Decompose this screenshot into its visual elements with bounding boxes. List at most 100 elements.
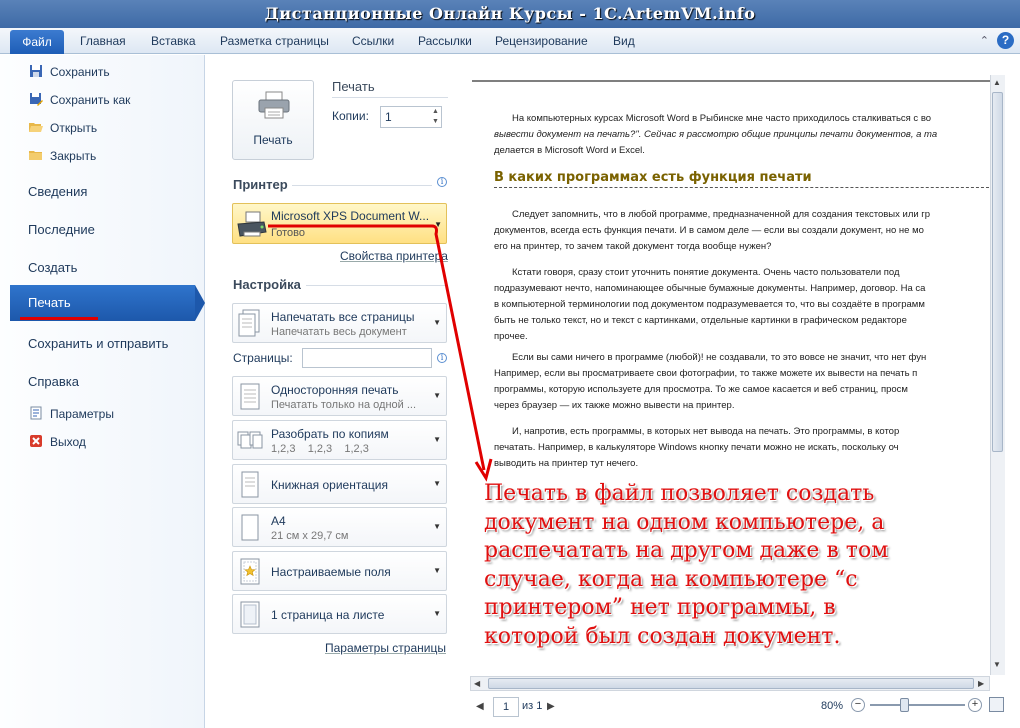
next-page-icon[interactable]: ▶ [547, 701, 555, 712]
printer-device-icon [237, 211, 267, 237]
paragraph-line: печатать. Например, в калькуляторе Windo… [494, 442, 899, 453]
sides-sub: Печатать только на одной ... [271, 399, 417, 411]
red-underline-mark [20, 317, 98, 320]
orientation-select[interactable]: Книжная ориентация ▼ [232, 464, 447, 504]
margins-icon [240, 558, 260, 585]
nav-recent[interactable]: Последние [28, 222, 95, 237]
scroll-left-icon[interactable]: ◀ [474, 679, 480, 688]
tab-view[interactable]: Вид [613, 34, 635, 48]
annotation-line: случае, когда на компьютере “с [484, 566, 858, 592]
heading-rule [494, 187, 990, 188]
annotation-line: документ на одном компьютере, а [484, 509, 885, 535]
pages-input[interactable] [302, 348, 432, 368]
paper-size-sub: 21 см х 29,7 см [271, 530, 349, 542]
tab-references[interactable]: Ссылки [352, 34, 394, 48]
printer-name: Microsoft XPS Document W... [271, 209, 430, 223]
collate-icon [237, 431, 263, 449]
tab-mailings[interactable]: Рассылки [418, 34, 472, 48]
horizontal-scroll-thumb[interactable] [488, 678, 974, 689]
save-icon [28, 64, 44, 80]
info-icon[interactable]: i [437, 177, 447, 187]
annotation-line: распечатать на другом даже в том [484, 538, 889, 563]
pages-per-sheet-select[interactable]: 1 страница на листе ▼ [232, 594, 447, 634]
zoom-out-button[interactable]: − [851, 698, 865, 712]
zoom-in-button[interactable]: + [968, 698, 982, 712]
paragraph-line: Следует запомнить, что в любой программе… [512, 209, 931, 220]
chevron-down-icon: ▼ [433, 391, 441, 400]
options-icon [28, 406, 44, 422]
zoom-slider-track[interactable] [870, 704, 965, 706]
scroll-up-icon[interactable]: ▲ [993, 78, 1001, 87]
collate-main: Разобрать по копиям [271, 427, 389, 441]
nav-save-as[interactable]: Сохранить как [28, 90, 130, 110]
nav-open[interactable]: Открыть [28, 118, 97, 138]
vertical-scroll-thumb[interactable] [992, 92, 1003, 452]
printer-select[interactable]: Microsoft XPS Document W... Готово ▼ [232, 203, 447, 244]
margins-main: Настраиваемые поля [271, 565, 391, 579]
copies-spinner[interactable]: ▲ ▼ [430, 107, 441, 127]
pages-per-sheet-main: 1 страница на листе [271, 608, 385, 622]
print-section-title: Печать [332, 79, 375, 94]
printer-icon [258, 91, 290, 119]
settings-header: Настройка [233, 277, 301, 292]
scroll-down-icon[interactable]: ▼ [993, 660, 1001, 669]
annotation-text: Печать в файл позволяет создать документ… [484, 480, 984, 651]
chevron-down-icon: ▼ [433, 318, 441, 327]
paper-size-select[interactable]: А4 21 см х 29,7 см ▼ [232, 507, 447, 547]
scroll-right-icon[interactable]: ▶ [978, 679, 984, 688]
zoom-slider-thumb[interactable] [900, 698, 909, 712]
portrait-icon [241, 471, 259, 498]
printer-properties-link[interactable]: Свойства принтера [340, 249, 448, 263]
paper-size-main: А4 [271, 514, 286, 528]
nav-info[interactable]: Сведения [28, 184, 87, 199]
divider [292, 185, 432, 186]
open-folder-icon [28, 120, 44, 136]
sides-select[interactable]: Односторонняя печать Печатать только на … [232, 376, 447, 416]
print-button[interactable]: Печать [232, 80, 314, 160]
pages-per-sheet-icon [240, 601, 260, 628]
tab-review[interactable]: Рецензирование [495, 34, 588, 48]
zoom-to-page-icon[interactable] [989, 697, 1004, 712]
nav-save-and-send[interactable]: Сохранить и отправить [28, 336, 168, 351]
tab-file[interactable]: Файл [10, 30, 64, 54]
chevron-down-icon: ▼ [433, 609, 441, 618]
paragraph-line: Кстати говоря, сразу стоит уточнить поня… [512, 267, 900, 278]
nav-print[interactable]: Печать [28, 295, 71, 310]
margins-select[interactable]: Настраиваемые поля ▼ [232, 551, 447, 591]
question-icon[interactable]: ? [997, 32, 1014, 49]
page-number-input[interactable]: 1 [493, 697, 519, 717]
nav-options-label: Параметры [50, 407, 114, 421]
info-icon[interactable]: i [437, 353, 447, 363]
nav-help[interactable]: Справка [28, 374, 79, 389]
paragraph-line: выводить на принтер тут нечего. [494, 458, 639, 469]
chevron-down-icon: ▼ [433, 566, 441, 575]
nav-open-label: Открыть [50, 121, 98, 135]
page-total-label: из 1 [522, 700, 543, 712]
tab-home[interactable]: Главная [80, 34, 126, 48]
window-title: Дистанционные Онлайн Курсы - 1C.ArtemVM.… [0, 0, 1020, 28]
nav-exit[interactable]: Выход [28, 432, 86, 452]
close-folder-icon [28, 148, 44, 164]
nav-save[interactable]: Сохранить [28, 62, 110, 82]
tab-page-layout[interactable]: Разметка страницы [220, 34, 329, 48]
collate-select[interactable]: Разобрать по копиям 1,2,3 1,2,3 1,2,3 ▼ [232, 420, 447, 460]
paragraph-line: прочее. [494, 331, 528, 342]
nav-options[interactable]: Параметры [28, 404, 114, 424]
prev-page-icon[interactable]: ◀ [476, 701, 484, 712]
annotation-line: Печать в файл позволяет создать [484, 481, 875, 506]
annotation-line: которой был создан документ. [484, 623, 841, 649]
divider [332, 97, 448, 98]
print-range-select[interactable]: Напечатать все страницы Напечатать весь … [232, 303, 447, 343]
nav-save-as-label: Сохранить как [50, 93, 131, 107]
preview-status-bar [460, 694, 1020, 728]
pages-label: Страницы: [233, 351, 293, 365]
tab-insert[interactable]: Вставка [151, 34, 196, 48]
paragraph-line: его на принтер, то зачем такой документ … [494, 241, 772, 252]
minimize-ribbon-icon[interactable]: ⌃ [980, 34, 989, 47]
exit-icon [28, 434, 44, 450]
page-setup-link[interactable]: Параметры страницы [325, 641, 446, 655]
ribbon-tab-bar: Файл Главная Вставка Разметка страницы С… [0, 28, 1020, 54]
nav-close[interactable]: Закрыть [28, 146, 96, 166]
nav-new[interactable]: Создать [28, 260, 77, 275]
nav-close-label: Закрыть [50, 149, 97, 163]
